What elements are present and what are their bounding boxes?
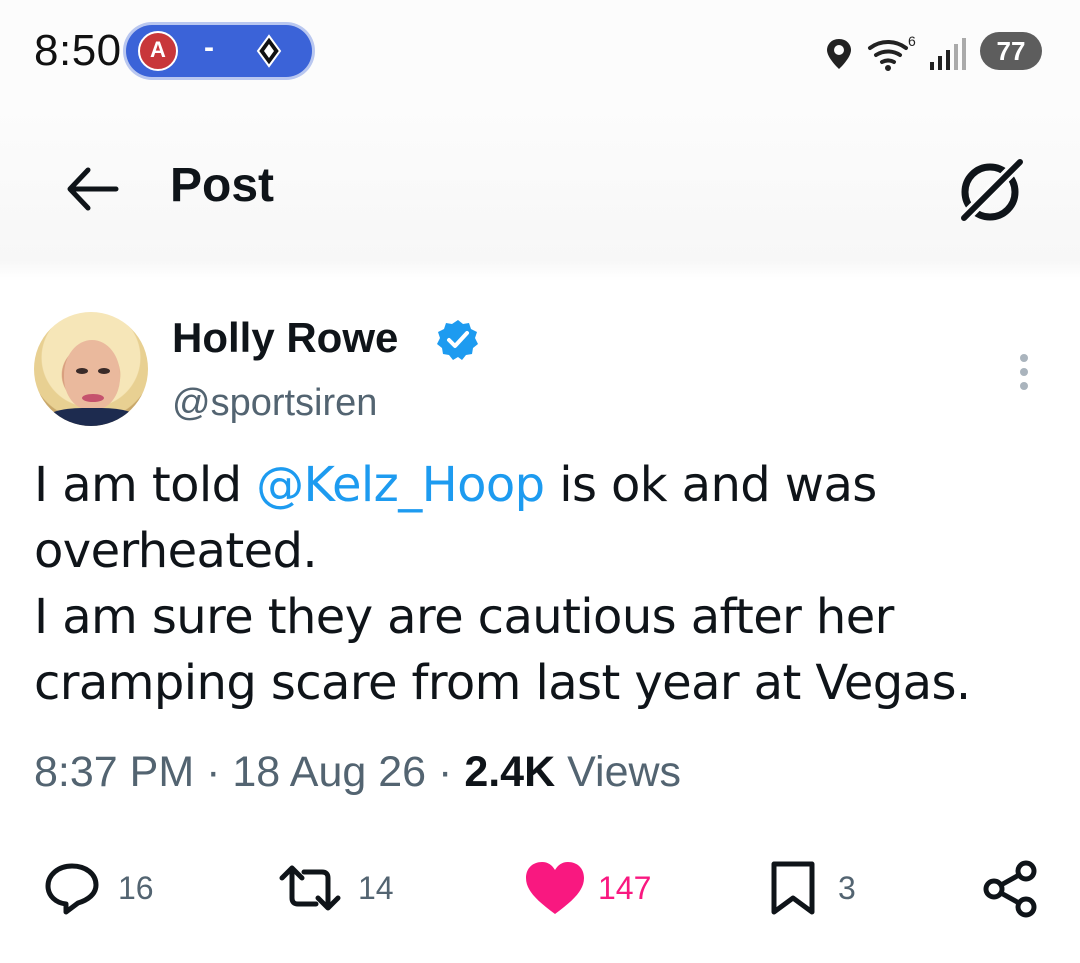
status-icons: 6 77	[782, 24, 1042, 80]
team-logo-letter: A	[150, 37, 166, 62]
author-avatar[interactable]	[34, 312, 148, 426]
post-header: Post	[0, 100, 1080, 278]
grok-icon[interactable]	[954, 154, 1028, 228]
bookmark-count: 3	[838, 870, 856, 906]
views-count[interactable]: 2.4K	[464, 748, 555, 796]
verified-badge-icon[interactable]	[436, 318, 480, 362]
meta-dot: ·	[438, 748, 453, 796]
bookmark-icon	[771, 861, 815, 915]
author-handle[interactable]: @sportsiren	[172, 382, 377, 425]
avatar-eye	[98, 368, 110, 374]
repost-count: 14	[358, 870, 394, 906]
back-arrow-icon[interactable]	[62, 164, 120, 214]
tweet-paragraph-1: I am told @Kelz_Hoop is ok and was overh…	[34, 452, 1044, 584]
share-icon	[983, 860, 1037, 918]
like-count: 147	[598, 870, 652, 906]
tweet-text: I am told @Kelz_Hoop is ok and was overh…	[34, 452, 1044, 716]
avatar-shirt	[44, 408, 140, 426]
wifi-standard-label: 6	[908, 34, 916, 49]
status-clock: 8:50	[34, 26, 122, 75]
tweet-date: 18 Aug 26	[232, 748, 427, 796]
bookmark-button[interactable]: 3	[764, 858, 864, 918]
battery-indicator: 77	[980, 32, 1042, 70]
status-bar: 8:50 A - 6 77	[0, 0, 1080, 100]
avatar-lips	[82, 394, 104, 402]
page-title: Post	[170, 159, 275, 212]
reply-count: 16	[118, 870, 154, 906]
meta-dot: ·	[206, 748, 221, 796]
wifi-icon: 6	[868, 34, 916, 71]
reply-button[interactable]: 16	[42, 858, 162, 918]
avatar-eye	[76, 368, 88, 374]
tweet-text-prefix: I am told	[34, 457, 257, 513]
team-logo-icon: A	[138, 31, 178, 71]
heart-icon	[526, 862, 584, 914]
more-dot	[1020, 368, 1028, 376]
like-button[interactable]: 147	[522, 858, 662, 918]
live-score-pill[interactable]: A -	[126, 25, 312, 77]
cell-signal-icon	[930, 38, 966, 70]
more-dot	[1020, 382, 1028, 390]
share-button[interactable]	[980, 858, 1040, 918]
more-dot	[1020, 354, 1028, 362]
views-label[interactable]: Views	[567, 748, 681, 796]
repost-button[interactable]: 14	[276, 858, 396, 918]
author-display-name[interactable]: Holly Rowe	[172, 314, 398, 362]
tweet-paragraph-2: I am sure they are cautious after her cr…	[34, 589, 971, 711]
reply-icon	[45, 863, 99, 915]
opponent-logo-icon	[256, 34, 282, 68]
location-icon	[827, 39, 851, 69]
repost-icon	[279, 865, 341, 911]
score-separator: -	[204, 31, 214, 64]
mention-link[interactable]: @Kelz_Hoop	[256, 457, 545, 513]
tweet-meta: 8:37 PM · 18 Aug 26 · 2.4K Views	[34, 748, 681, 797]
tweet-time: 8:37 PM	[34, 748, 195, 796]
more-options-icon[interactable]	[1008, 350, 1038, 394]
